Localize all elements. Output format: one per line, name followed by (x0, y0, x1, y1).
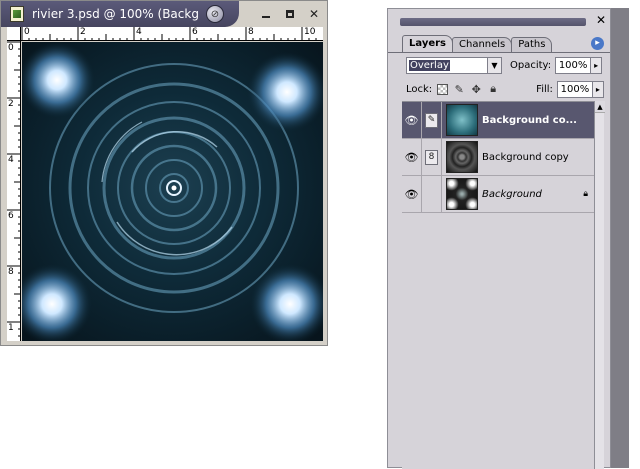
lock-label: Lock: (406, 83, 433, 95)
scroll-up-icon[interactable]: ▲ (595, 101, 605, 113)
opacity-label: Opacity: (510, 59, 552, 71)
document-icon (10, 6, 24, 22)
ruler-label: 10 (304, 27, 316, 37)
layer-row[interactable]: 👁︎ 8 Background copy (402, 139, 594, 176)
maximize-icon[interactable] (283, 7, 297, 21)
layer-thumbnail (446, 104, 478, 136)
ruler-horizontal[interactable]: 0 2 4 6 8 10 (21, 27, 323, 41)
document-title-bar[interactable]: rivier 3.psd @ 100% (Backg... ⊘ (1, 1, 239, 27)
layers-scrollbar[interactable]: ▲ (594, 101, 605, 469)
layers-list: 👁︎ ✎ Background co... 👁︎ 8 Background co… (402, 101, 594, 469)
minimize-icon[interactable] (259, 7, 273, 21)
palette-grip (400, 18, 586, 26)
brush-icon[interactable]: ✎ (452, 82, 466, 96)
lock-icon: 🔒︎ (583, 189, 588, 199)
link-slot[interactable] (422, 176, 442, 212)
layers-palette: ✕ Layers Channels Paths ▸ Overlay ▼ Opac… (387, 8, 611, 469)
palette-menu-icon[interactable]: ▸ (591, 37, 604, 50)
layer-name[interactable]: Background co... (482, 115, 590, 126)
ruler-label: 2 (8, 99, 14, 109)
ruler-label: 0 (8, 43, 14, 53)
ruler-label: 6 (8, 211, 14, 221)
tab-channels[interactable]: Channels (452, 37, 513, 52)
document-options-icon[interactable]: ⊘ (206, 5, 224, 23)
document-title: rivier 3.psd @ 100% (Backg... (32, 7, 200, 21)
tab-paths[interactable]: Paths (511, 37, 553, 52)
brush-icon[interactable]: ✎ (422, 102, 442, 138)
tab-layers[interactable]: Layers (402, 35, 453, 52)
ruler-label: 0 (24, 27, 30, 37)
image-canvas[interactable] (22, 42, 323, 341)
ruler-label: 8 (8, 267, 14, 277)
ruler-label: 4 (8, 155, 14, 165)
close-icon[interactable]: ✕ (596, 13, 606, 27)
ruler-vertical[interactable]: 0 2 4 6 8 1 (7, 41, 21, 341)
layer-name[interactable]: Background copy (482, 152, 590, 163)
ruler-label: 1 (8, 323, 14, 333)
ruler-label: 2 (80, 27, 86, 37)
blend-mode-select[interactable]: Overlay ▼ (406, 56, 502, 74)
fill-field[interactable]: 100% (556, 80, 593, 98)
layer-name[interactable]: Background (482, 189, 590, 200)
layer-row[interactable]: 👁︎ ✎ Background co... (402, 102, 594, 139)
eye-icon[interactable]: 👁︎ (402, 139, 422, 175)
eye-icon[interactable]: 👁︎ (402, 176, 422, 212)
chevron-down-icon[interactable]: ▼ (487, 57, 501, 73)
layer-thumbnail (446, 178, 478, 210)
lock-transparency-icon[interactable] (435, 82, 449, 96)
divider (388, 52, 610, 53)
ruler-corner[interactable] (7, 27, 21, 41)
opacity-field[interactable]: 100% (555, 56, 592, 74)
fill-label: Fill: (536, 83, 553, 95)
fill-arrow-icon[interactable]: ▸ (592, 80, 604, 98)
eye-icon[interactable]: 👁︎ (402, 102, 422, 138)
ruler-label: 6 (192, 27, 198, 37)
blend-mode-value: Overlay (409, 59, 450, 71)
link-icon[interactable]: 8 (422, 139, 442, 175)
move-icon[interactable]: ✥ (469, 82, 483, 96)
ruler-label: 4 (136, 27, 142, 37)
lock-icon[interactable]: 🔒︎ (486, 82, 500, 96)
window-edge (611, 8, 629, 468)
layer-thumbnail (446, 141, 478, 173)
ruler-label: 8 (248, 27, 254, 37)
layer-row[interactable]: 👁︎ Background 🔒︎ (402, 176, 594, 213)
document-window: rivier 3.psd @ 100% (Backg... ⊘ ✕ 0 2 4 … (0, 0, 328, 346)
opacity-arrow-icon[interactable]: ▸ (591, 56, 603, 74)
close-icon[interactable]: ✕ (307, 7, 321, 21)
palette-title-bar[interactable]: ✕ (388, 9, 610, 33)
